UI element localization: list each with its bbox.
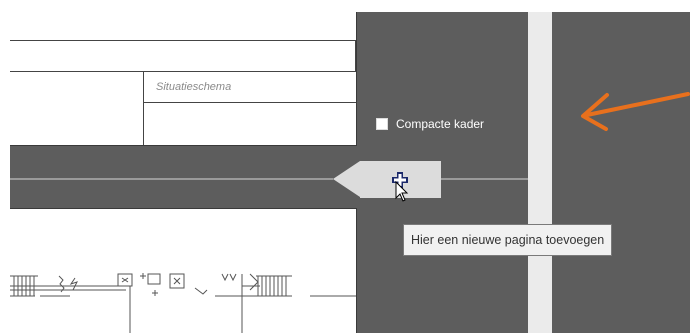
- page-separator-line: [441, 178, 528, 180]
- compact-frame-label[interactable]: Compacte kader: [396, 117, 484, 131]
- add-page-button[interactable]: [333, 161, 441, 198]
- page-gap-strip: [528, 12, 552, 333]
- title-block-line: [355, 40, 356, 72]
- mouse-cursor-icon: [395, 181, 409, 202]
- annotation-arrow-icon: [581, 92, 690, 131]
- compact-frame-option[interactable]: Compacte kader: [376, 117, 484, 131]
- compact-frame-checkbox[interactable]: [376, 118, 388, 130]
- title-block-line: [143, 102, 356, 103]
- floor-plan-drawing: [10, 273, 356, 333]
- add-page-tooltip: Hier een nieuwe pagina toevoegen: [403, 224, 613, 256]
- page-separator-line: [10, 178, 333, 180]
- title-block-line: [143, 71, 144, 145]
- add-page-arrow: [333, 161, 360, 197]
- title-block-cell-label: Situatieschema: [156, 81, 232, 93]
- page-preview-top[interactable]: [10, 12, 357, 146]
- title-block-line: [10, 40, 356, 41]
- title-block-line: [10, 71, 356, 72]
